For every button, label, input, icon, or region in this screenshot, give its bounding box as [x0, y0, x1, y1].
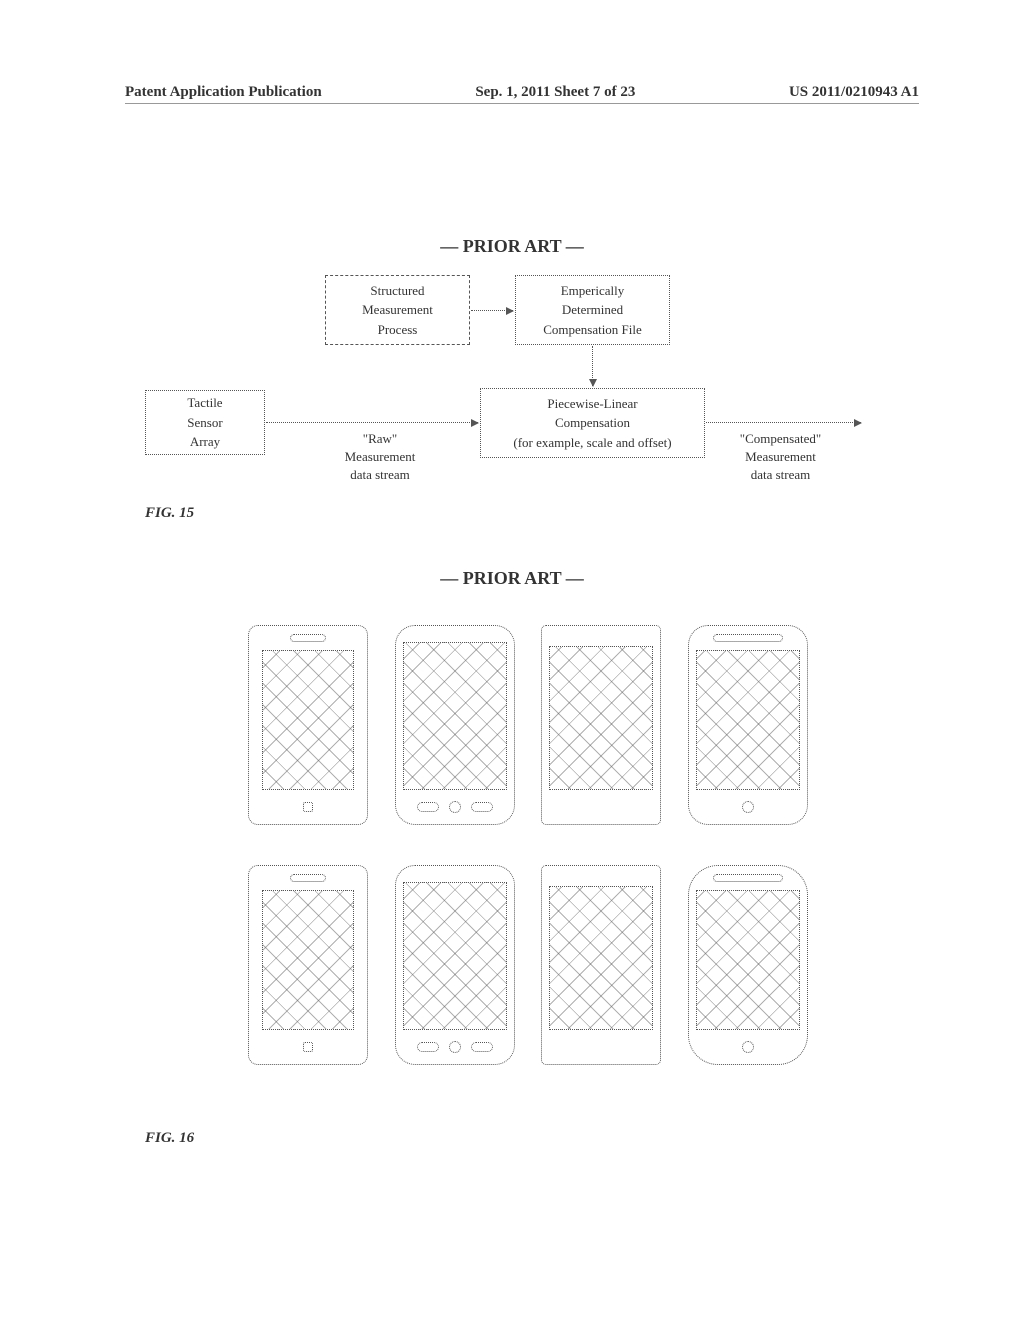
- earpiece-icon: [713, 874, 783, 882]
- phone-5: [248, 865, 368, 1065]
- home-button-icon: [449, 1041, 461, 1053]
- phone-3: [541, 625, 661, 825]
- nav-button-icon: [471, 802, 493, 812]
- arrow-file-to-piecewise: [592, 346, 593, 386]
- phone-8: [688, 865, 808, 1065]
- phone-row-2: [248, 865, 808, 1065]
- phone-buttons: [742, 796, 754, 818]
- phone-screen: [403, 882, 507, 1030]
- phone-screen: [549, 646, 653, 790]
- phone-2: [395, 625, 515, 825]
- phone-screen: [262, 890, 354, 1030]
- home-button-icon: [449, 801, 461, 813]
- nav-button-icon: [417, 802, 439, 812]
- phone-screen: [262, 650, 354, 790]
- earpiece-icon: [713, 634, 783, 642]
- box-structured-measurement: StructuredMeasurementProcess: [325, 275, 470, 345]
- arrow-sensor-to-piecewise: [266, 422, 478, 423]
- phone-screen: [549, 886, 653, 1030]
- phone-buttons: [742, 1036, 754, 1058]
- prior-art-heading-2: — PRIOR ART —: [440, 568, 584, 589]
- phone-6: [395, 865, 515, 1065]
- box-piecewise-compensation: Piecewise-LinearCompensation(for example…: [480, 388, 705, 458]
- phone-screen: [403, 642, 507, 790]
- header-center: Sep. 1, 2011 Sheet 7 of 23: [475, 84, 635, 101]
- prior-art-heading-1: — PRIOR ART —: [440, 236, 584, 257]
- nav-button-icon: [417, 1042, 439, 1052]
- home-button-icon: [303, 1042, 313, 1052]
- arrow-piecewise-output: [706, 422, 861, 423]
- label-raw-stream: "Raw"Measurementdata stream: [330, 430, 430, 485]
- header-right: US 2011/0210943 A1: [789, 84, 919, 101]
- figure-15: StructuredMeasurementProcess Emperically…: [145, 275, 875, 500]
- box-tactile-sensor: TactileSensorArray: [145, 390, 265, 455]
- home-button-icon: [303, 802, 313, 812]
- phone-7: [541, 865, 661, 1065]
- figure-16: [248, 625, 808, 1105]
- phone-4: [688, 625, 808, 825]
- phone-buttons: [303, 1036, 313, 1058]
- earpiece-icon: [290, 874, 326, 882]
- box-compensation-file: EmpericallyDeterminedCompensation File: [515, 275, 670, 345]
- home-button-icon: [742, 801, 754, 813]
- phone-buttons: [417, 1036, 493, 1058]
- header-left: Patent Application Publication: [125, 84, 322, 101]
- page-header: Patent Application Publication Sep. 1, 2…: [125, 84, 919, 104]
- arrow-structured-to-file: [471, 310, 513, 311]
- phone-row-1: [248, 625, 808, 825]
- phone-1: [248, 625, 368, 825]
- phone-screen: [696, 890, 800, 1030]
- phone-screen: [696, 650, 800, 790]
- phone-buttons: [303, 796, 313, 818]
- label-compensated-stream: "Compensated"Measurementdata stream: [723, 430, 838, 485]
- earpiece-icon: [290, 634, 326, 642]
- phone-buttons: [417, 796, 493, 818]
- nav-button-icon: [471, 1042, 493, 1052]
- figure-15-label: FIG. 15: [145, 505, 194, 522]
- figure-16-label: FIG. 16: [145, 1130, 194, 1147]
- home-button-icon: [742, 1041, 754, 1053]
